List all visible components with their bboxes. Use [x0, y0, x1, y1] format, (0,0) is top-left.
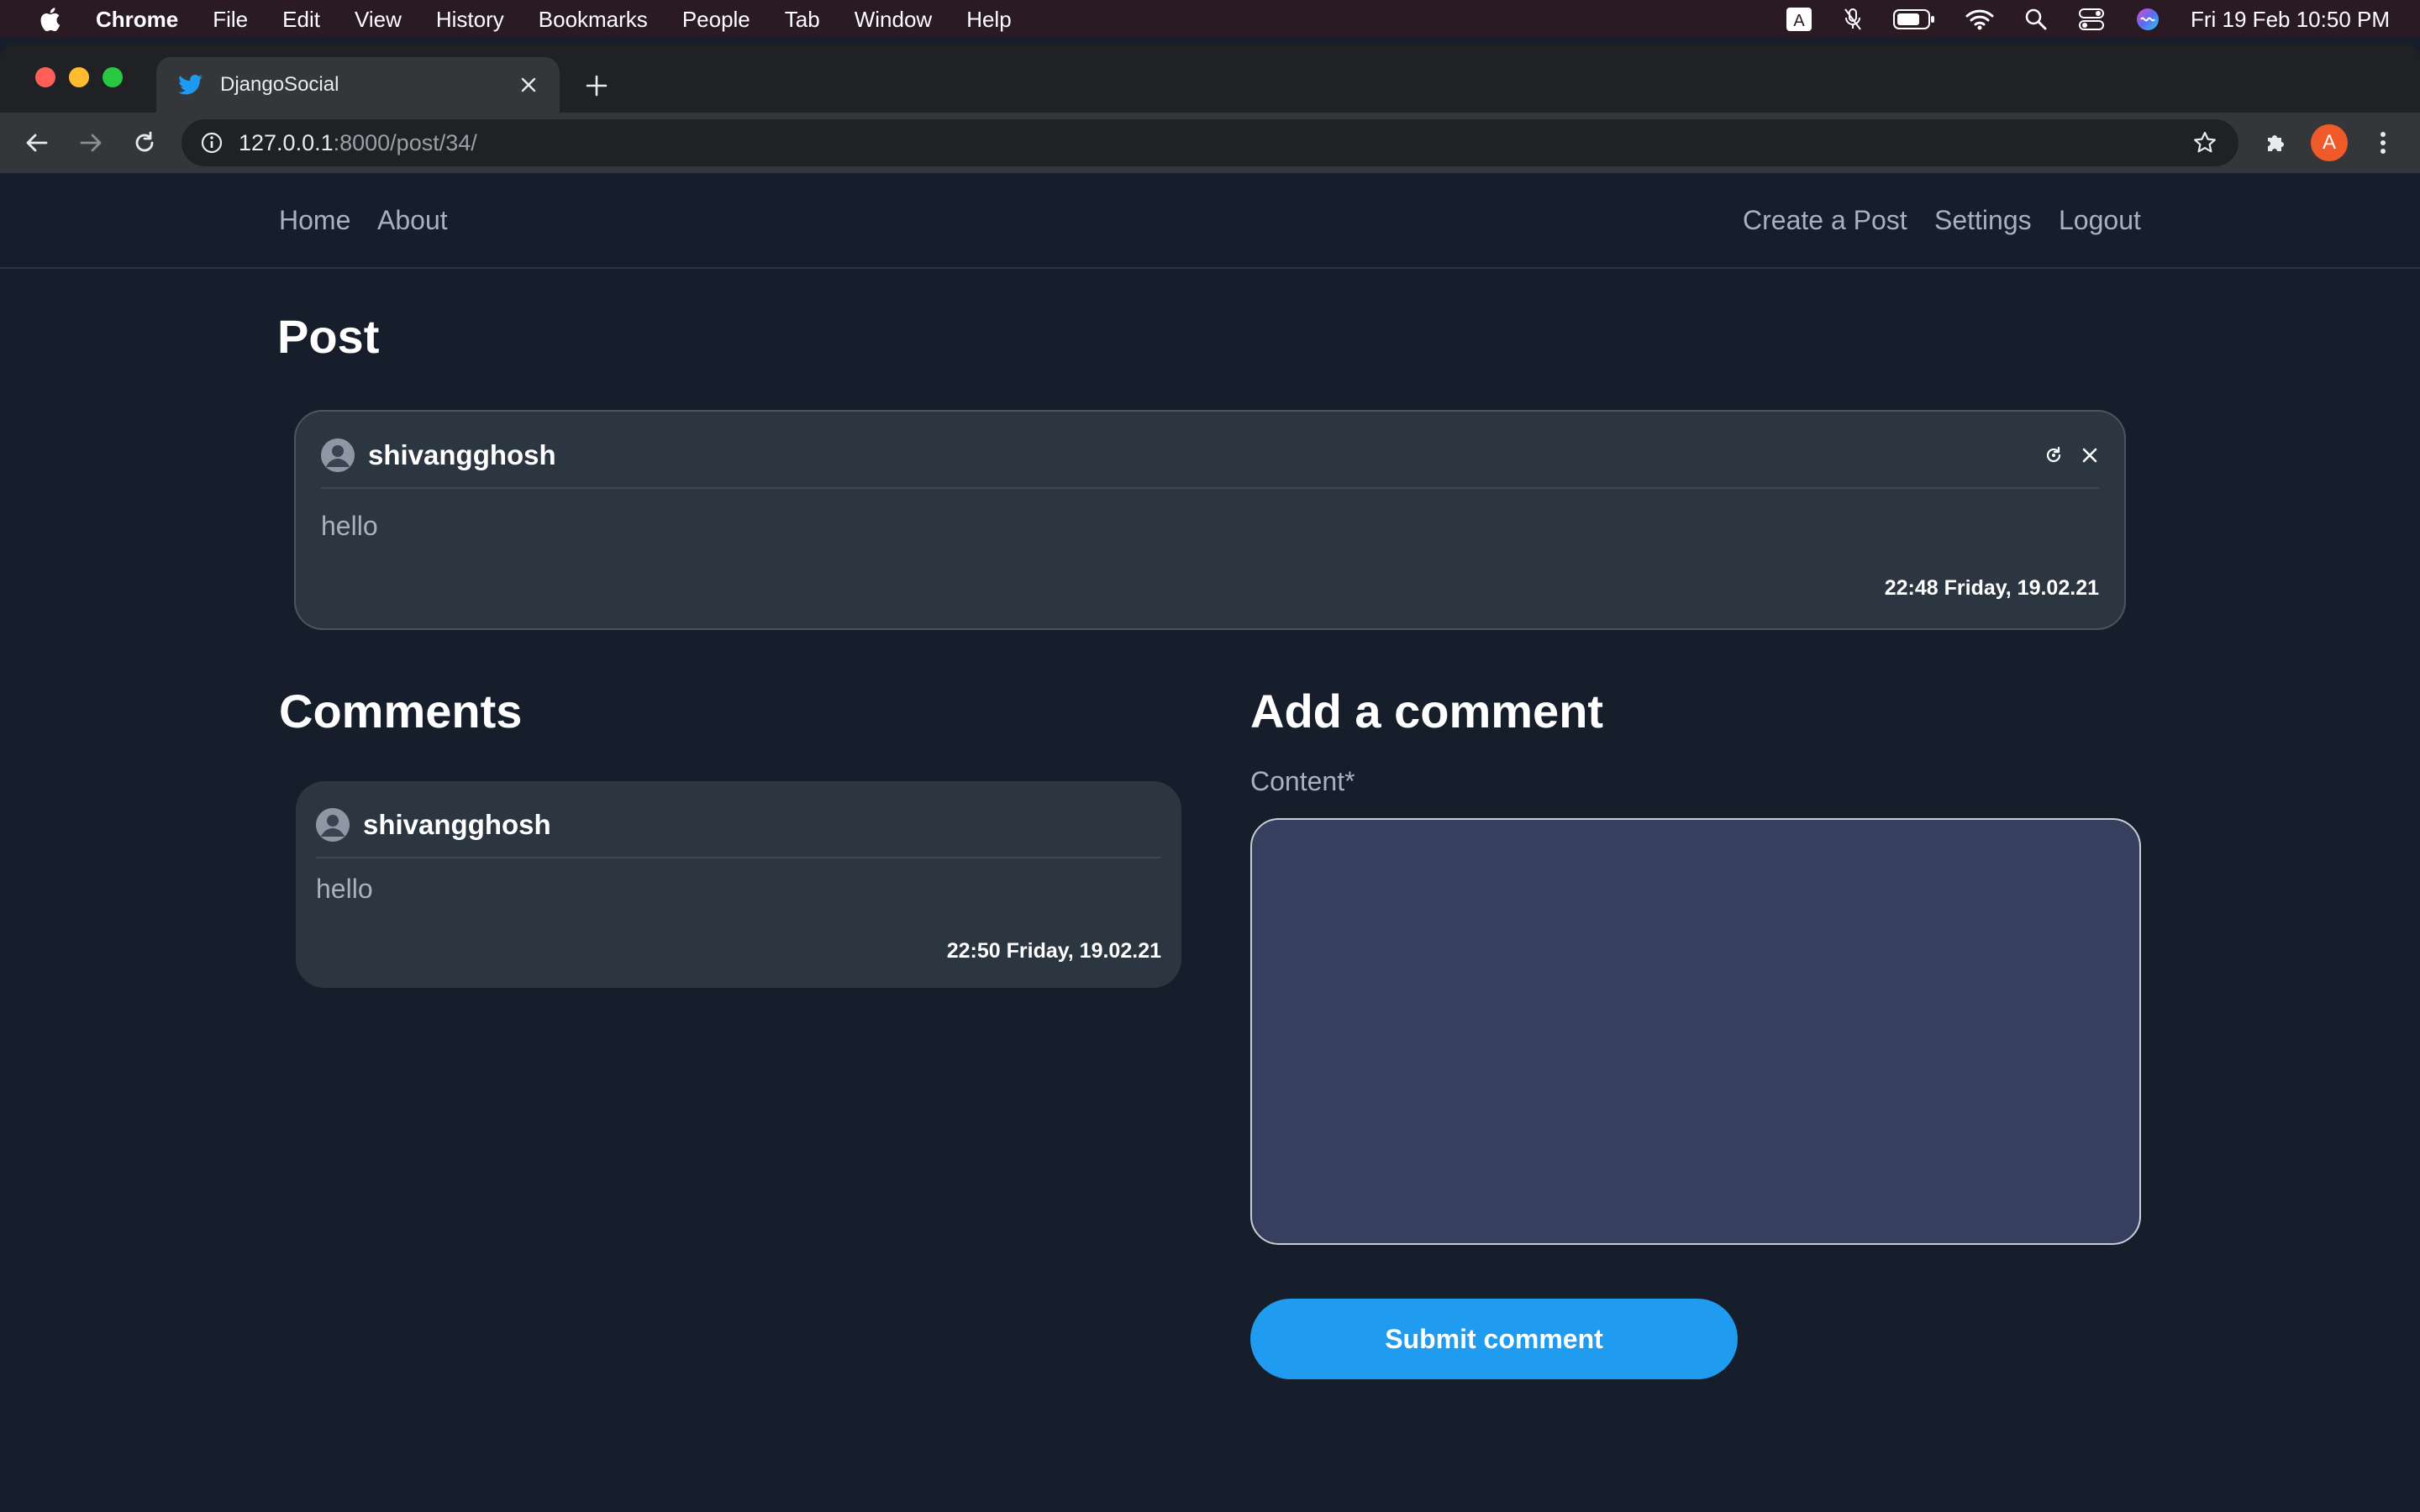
comments-heading: Comments	[279, 685, 523, 738]
menu-file[interactable]: File	[213, 7, 248, 33]
chrome-menu-kebab-icon[interactable]	[2368, 126, 2398, 160]
url-text[interactable]: 127.0.0.1:8000/post/34/	[239, 130, 2188, 156]
site-info-icon[interactable]	[198, 129, 225, 156]
content-field-label: Content*	[1250, 766, 1355, 796]
new-tab-plus-icon[interactable]	[580, 69, 613, 102]
menu-bar-clock[interactable]: Fri 19 Feb 10:50 PM	[2191, 7, 2390, 33]
submit-comment-button[interactable]: Submit comment	[1250, 1299, 1738, 1379]
comment-card-header: shivangghosh	[316, 808, 1161, 858]
menu-view[interactable]: View	[355, 7, 402, 33]
page-title: Post	[277, 310, 380, 363]
window-close-button[interactable]	[35, 67, 55, 87]
battery-icon[interactable]	[1893, 0, 1935, 39]
comment-content-textarea[interactable]	[1250, 818, 2141, 1245]
nav-logout-link[interactable]: Logout	[2059, 205, 2141, 236]
url-host: 127.0.0.1	[239, 129, 334, 155]
menu-bar-status-area: A Fri 19 Feb 10:50 PM	[1786, 0, 2390, 39]
post-author-username[interactable]: shivangghosh	[368, 438, 556, 472]
profile-avatar[interactable]: A	[2311, 124, 2348, 161]
menu-people[interactable]: People	[682, 7, 750, 33]
menu-tab[interactable]: Tab	[785, 7, 820, 33]
tab-title: DjangoSocial	[220, 73, 339, 96]
siri-icon[interactable]	[2135, 0, 2160, 39]
delete-close-icon[interactable]	[2081, 446, 2099, 465]
nav-about-link[interactable]: About	[377, 205, 448, 236]
comment-content: hello	[316, 874, 373, 904]
reload-icon[interactable]	[128, 126, 161, 160]
menu-bookmarks[interactable]: Bookmarks	[539, 7, 648, 33]
window-zoom-button[interactable]	[103, 67, 123, 87]
macos-menu-bar: Chrome File Edit View History Bookmarks …	[0, 0, 2420, 39]
comment-author-username[interactable]: shivangghosh	[363, 808, 551, 842]
post-card-header: shivangghosh	[321, 438, 2099, 489]
post-content: hello	[321, 511, 378, 541]
add-comment-heading: Add a comment	[1250, 685, 1604, 738]
menu-edit[interactable]: Edit	[282, 7, 320, 33]
nav-create-post-link[interactable]: Create a Post	[1743, 205, 1907, 236]
browser-tab-active[interactable]: DjangoSocial	[156, 57, 560, 113]
menu-history[interactable]: History	[436, 7, 504, 33]
browser-toolbar: 127.0.0.1:8000/post/34/ A	[0, 113, 2420, 173]
address-bar[interactable]: 127.0.0.1:8000/post/34/	[182, 119, 2238, 166]
input-source-letter: A	[1793, 12, 1805, 30]
user-avatar-icon[interactable]	[316, 808, 350, 842]
forward-arrow-icon[interactable]	[74, 126, 108, 160]
apple-logo-icon[interactable]	[37, 6, 62, 33]
web-page: Home About Create a Post Settings Logout…	[0, 173, 2420, 1512]
menu-chrome[interactable]: Chrome	[96, 7, 178, 33]
site-navbar: Home About Create a Post Settings Logout	[0, 173, 2420, 269]
url-path: :8000/post/34/	[333, 129, 477, 155]
comment-card: shivangghosh hello 22:50 Friday, 19.02.2…	[296, 781, 1181, 988]
window-minimize-button[interactable]	[69, 67, 89, 87]
spotlight-search-icon[interactable]	[2024, 0, 2048, 39]
post-card: shivangghosh hello 22:48 Friday, 19.02.2…	[294, 410, 2126, 630]
extensions-puzzle-icon[interactable]	[2259, 126, 2292, 160]
edit-refresh-icon[interactable]	[2044, 445, 2064, 465]
comment-timestamp: 22:50 Friday, 19.02.21	[946, 939, 1161, 963]
browser-tab-strip: DjangoSocial	[0, 44, 2420, 113]
input-source-icon[interactable]: A	[1786, 0, 1812, 39]
wifi-icon[interactable]	[1965, 0, 1994, 39]
microphone-muted-icon[interactable]	[1843, 0, 1863, 39]
nav-settings-link[interactable]: Settings	[1934, 205, 2032, 236]
nav-home-link[interactable]: Home	[279, 205, 350, 236]
bookmark-star-icon[interactable]	[2188, 126, 2222, 160]
post-timestamp: 22:48 Friday, 19.02.21	[1884, 576, 2099, 600]
menu-window[interactable]: Window	[855, 7, 932, 33]
back-arrow-icon[interactable]	[20, 126, 54, 160]
menu-help[interactable]: Help	[966, 7, 1011, 33]
tab-close-icon[interactable]	[516, 72, 541, 97]
post-actions	[2044, 438, 2099, 472]
control-center-icon[interactable]	[2078, 0, 2105, 39]
bird-favicon-icon	[178, 72, 203, 97]
user-avatar-icon[interactable]	[321, 438, 355, 472]
